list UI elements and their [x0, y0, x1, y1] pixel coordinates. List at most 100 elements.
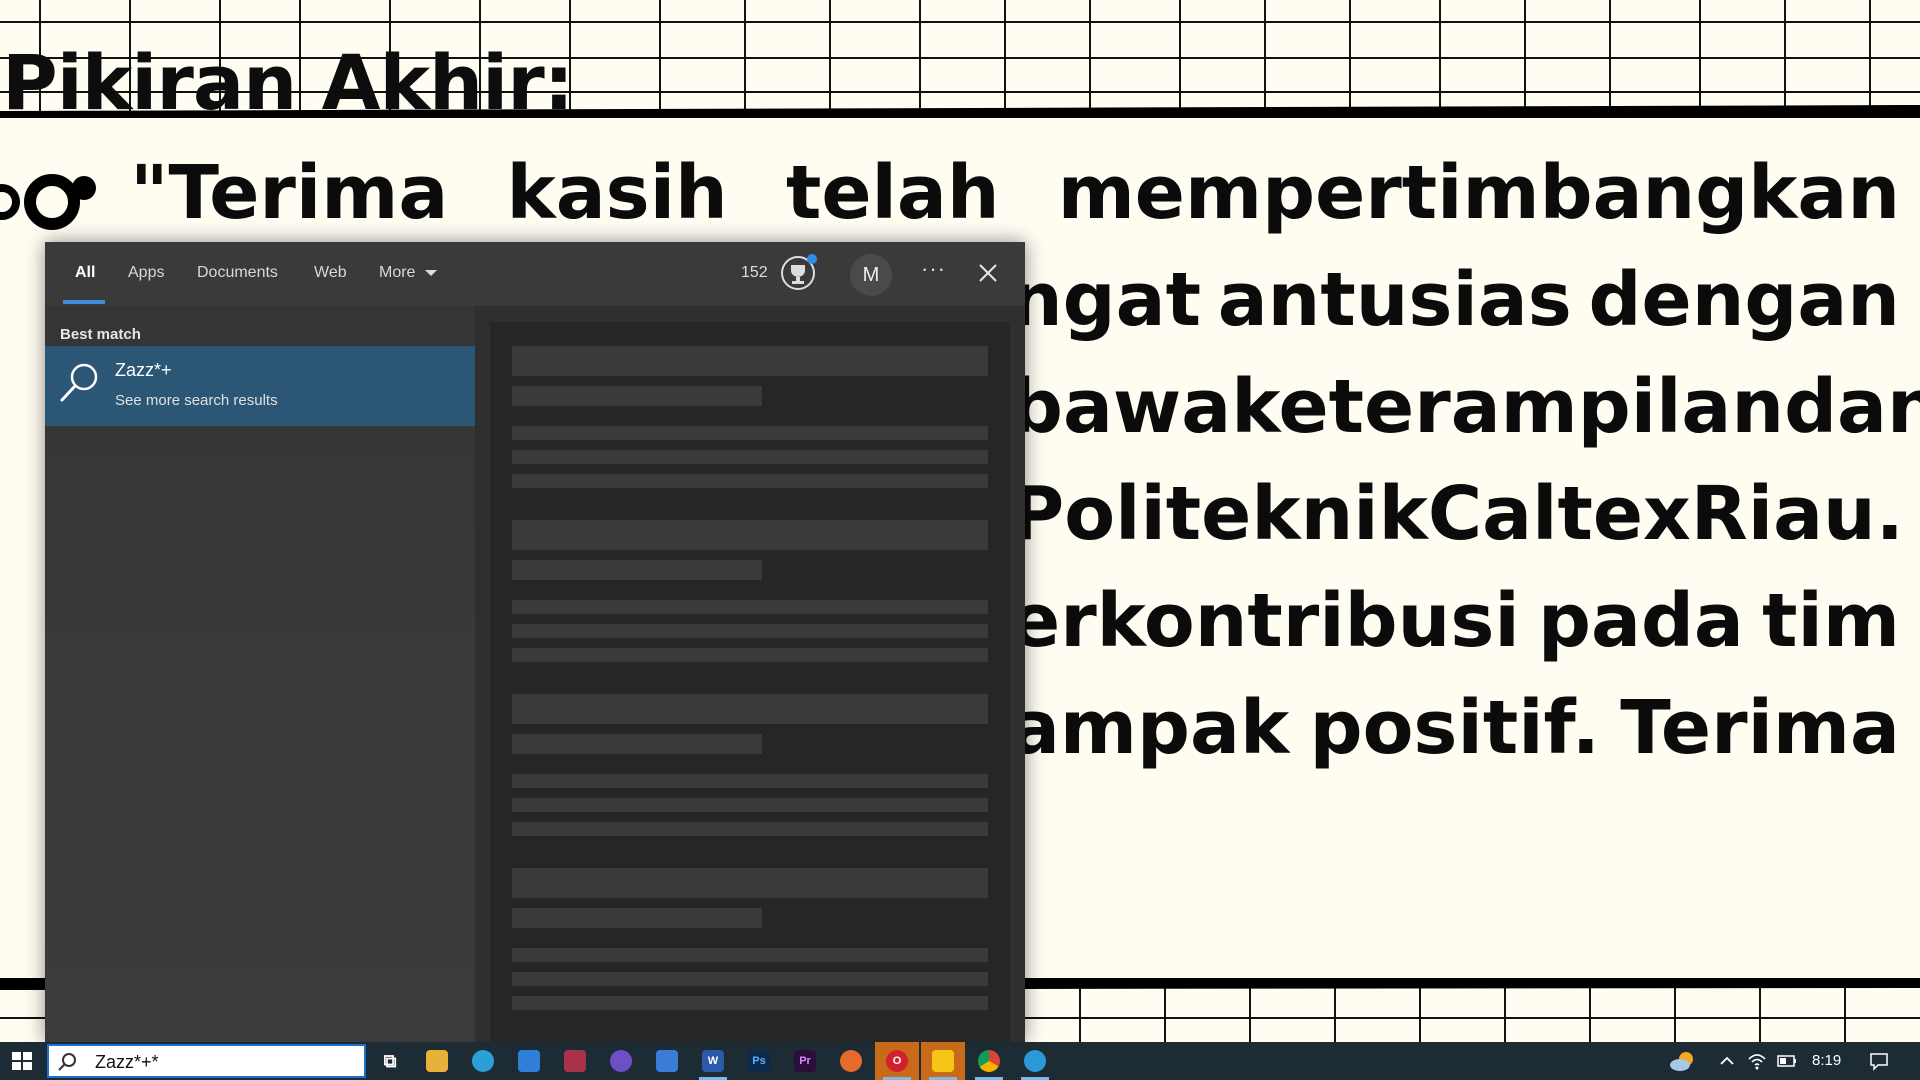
opera-icon: O	[886, 1050, 908, 1072]
chevron-down-icon	[424, 269, 437, 276]
store-icon	[656, 1050, 678, 1072]
taskbar-app-premiere[interactable]: Pr	[783, 1042, 827, 1080]
body-line-5: erkontribusi pada tim	[1010, 568, 1900, 675]
word: Politeknik	[1010, 471, 1428, 557]
search-query-text: Zazz*+*	[95, 1052, 159, 1072]
body-line-2: ngat antusias dengan	[1010, 247, 1900, 354]
photoshop-icon: Ps	[748, 1050, 770, 1072]
skeleton-line	[512, 346, 988, 376]
tab-web[interactable]: Web	[314, 264, 347, 282]
search-panel: All Apps Documents Web More 152 M ··· Be…	[45, 242, 1025, 1042]
slide-heading: Pikiran Akhir:	[2, 38, 574, 127]
word: Terima	[1620, 685, 1900, 771]
skeleton-line	[512, 600, 988, 614]
notification-icon[interactable]	[1868, 1050, 1890, 1072]
taskbar-app-edge[interactable]	[461, 1042, 505, 1080]
tab-apps[interactable]: Apps	[128, 264, 164, 282]
word: Caltex	[1427, 471, 1691, 557]
best-match-heading: Best match	[60, 326, 141, 343]
taskbar-app-store[interactable]	[645, 1042, 689, 1080]
word: ampak	[1010, 685, 1290, 771]
wifi-icon[interactable]	[1746, 1050, 1768, 1072]
word: "Terima	[130, 150, 449, 236]
avatar[interactable]: M	[850, 254, 892, 296]
premiere-icon: Pr	[794, 1050, 816, 1072]
body-line-1: "Terima kasih telah mempertimbangkan	[130, 140, 1900, 247]
taskbar-app-firefox[interactable]	[829, 1042, 873, 1080]
best-match-result[interactable]: Zazz*+ See more search results	[45, 346, 475, 426]
chevron-up-icon[interactable]	[1716, 1050, 1738, 1072]
windows-start-icon[interactable]	[0, 1042, 44, 1080]
taskbar-app-media-player[interactable]	[599, 1042, 643, 1080]
firefox-icon	[840, 1050, 862, 1072]
taskbar-search-input[interactable]: Zazz*+*	[47, 1044, 366, 1078]
skeleton-line	[512, 648, 988, 662]
skeleton-line	[512, 560, 762, 580]
bullet-icon	[0, 174, 96, 230]
skeleton-line	[512, 798, 988, 812]
body-line-4: Politeknik Caltex Riau.	[1010, 461, 1904, 568]
body-line-3: bawa keterampilan dan	[1010, 354, 1920, 461]
taskbar-app-sticky-notes[interactable]	[921, 1042, 965, 1080]
skeleton-line	[512, 734, 762, 754]
taskbar: Zazz*+* ⧉ W Ps Pr O 8:19	[0, 1042, 1920, 1080]
taskbar-app-edge-beta[interactable]	[1013, 1042, 1057, 1080]
battery-icon[interactable]	[1776, 1050, 1798, 1072]
word: pada	[1538, 578, 1744, 664]
close-icon[interactable]	[973, 258, 1003, 288]
taskbar-app-winrar[interactable]	[553, 1042, 597, 1080]
active-tab-indicator	[63, 300, 105, 304]
taskbar-app-chrome[interactable]	[967, 1042, 1011, 1080]
word: telah	[785, 150, 1000, 236]
skeleton-line	[512, 948, 988, 962]
results-list: Best match Zazz*+ See more search result…	[45, 306, 475, 1042]
task-view-button[interactable]: ⧉	[368, 1042, 412, 1080]
preview-pane-loading	[490, 322, 1010, 1042]
taskbar-app-opera[interactable]: O	[875, 1042, 919, 1080]
word: positif.	[1309, 685, 1600, 771]
word: dan	[1784, 364, 1920, 450]
trophy-icon[interactable]	[779, 254, 817, 292]
taskbar-app-mail[interactable]	[507, 1042, 551, 1080]
tab-documents[interactable]: Documents	[197, 264, 278, 282]
skeleton-line	[512, 450, 988, 464]
word: bawa	[1010, 364, 1232, 450]
word: Riau.	[1690, 471, 1904, 557]
weather-icon[interactable]	[1668, 1050, 1698, 1072]
skeleton-line	[512, 386, 762, 406]
word: dengan	[1588, 257, 1900, 343]
task-view-icon: ⧉	[383, 1050, 397, 1071]
word: kasih	[506, 150, 728, 236]
result-subtitle: See more search results	[115, 392, 278, 409]
word: antusias	[1217, 257, 1572, 343]
skeleton-line	[512, 822, 988, 836]
taskbar-app-word[interactable]: W	[691, 1042, 735, 1080]
skeleton-line	[512, 520, 988, 550]
more-options-button[interactable]: ···	[921, 256, 946, 282]
skeleton-line	[512, 426, 988, 440]
edge-icon	[472, 1050, 494, 1072]
skeleton-line	[512, 972, 988, 986]
edge-beta-icon	[1024, 1050, 1046, 1072]
skeleton-line	[512, 908, 762, 928]
media-player-icon	[610, 1050, 632, 1072]
word: erkontribusi	[1010, 578, 1520, 664]
result-title: Zazz*+	[115, 360, 172, 380]
tab-more-label: More	[379, 264, 416, 281]
skeleton-line	[512, 774, 988, 788]
search-icon	[60, 363, 98, 402]
sticky-notes-icon	[932, 1050, 954, 1072]
tab-more[interactable]: More	[379, 264, 438, 282]
skeleton-line	[512, 474, 988, 488]
word: keterampilan	[1231, 364, 1785, 450]
folder-icon	[426, 1050, 448, 1072]
taskbar-app-photoshop[interactable]: Ps	[737, 1042, 781, 1080]
word: tim	[1762, 578, 1900, 664]
skeleton-line	[512, 624, 988, 638]
clock-time[interactable]: 8:19	[1812, 1052, 1841, 1069]
skeleton-line	[512, 996, 988, 1010]
taskbar-app-file-explorer[interactable]	[415, 1042, 459, 1080]
skeleton-line	[512, 694, 988, 724]
word: mempertimbangkan	[1057, 150, 1900, 236]
tab-all[interactable]: All	[75, 264, 95, 282]
